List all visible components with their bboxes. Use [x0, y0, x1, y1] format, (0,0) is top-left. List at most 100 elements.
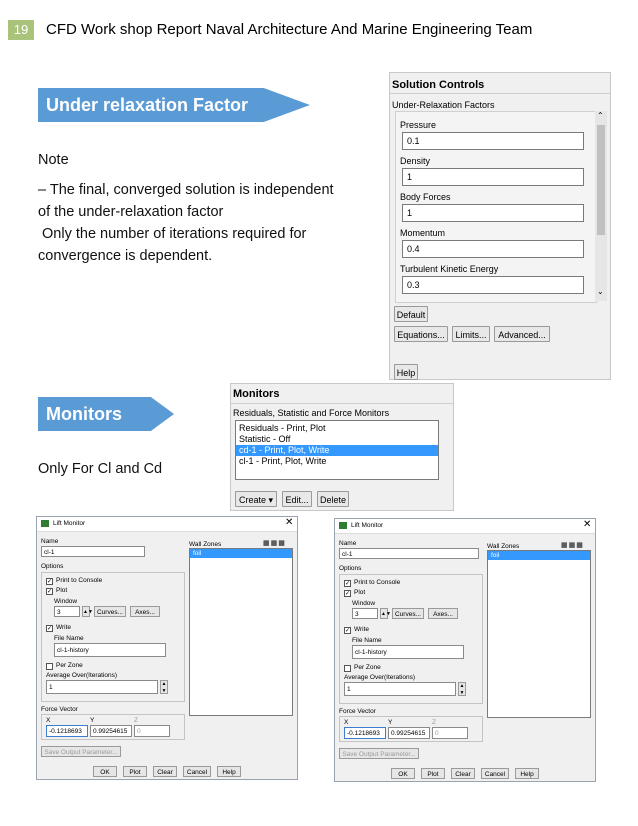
options-label: Options: [339, 565, 362, 572]
ok-button[interactable]: OK: [391, 768, 415, 779]
print-checkbox[interactable]: ✓: [46, 578, 53, 585]
app-icon: [339, 522, 347, 529]
axes-button[interactable]: Axes...: [130, 606, 160, 617]
zone-select-icons[interactable]: ▦▦▦: [561, 541, 584, 549]
z-label: Z: [134, 717, 138, 724]
lift-monitor-dialog-left: Lift Monitor ✕ Name cl-1 Options ✓ Print…: [36, 516, 298, 780]
options-group: ✓ Print to Console ✓ Plot Window 3 ▲▼ Cu…: [41, 572, 185, 702]
per-zone-checkbox[interactable]: [344, 665, 351, 672]
print-checkbox[interactable]: ✓: [344, 580, 351, 587]
per-zone-label: Per Zone: [56, 662, 83, 669]
ok-button[interactable]: OK: [93, 766, 117, 777]
window-label: Window: [352, 600, 376, 607]
scrollbar-thumb[interactable]: [597, 125, 605, 235]
z-label: Z: [432, 719, 436, 726]
default-button[interactable]: Default: [394, 306, 428, 322]
plot-checkbox[interactable]: ✓: [344, 590, 351, 597]
average-label: Average Over(Iterations): [344, 674, 416, 681]
scroll-up-icon[interactable]: ⌃: [597, 111, 604, 120]
per-zone-checkbox[interactable]: [46, 663, 53, 670]
dialog-title: Lift Monitor: [53, 520, 86, 527]
force-vector-label: Force Vector: [41, 706, 78, 713]
monitor-item-statistic[interactable]: Statistic - Off: [236, 434, 438, 445]
force-vector-label: Force Vector: [339, 708, 376, 715]
clear-button[interactable]: Clear: [451, 768, 475, 779]
pressure-input[interactable]: 0.1: [402, 132, 584, 150]
edit-button[interactable]: Edit...: [282, 491, 312, 507]
file-name-input[interactable]: cl-1-history: [54, 643, 166, 657]
solution-controls-title: Solution Controls: [392, 79, 485, 91]
density-input[interactable]: 1: [402, 168, 584, 186]
limits-button[interactable]: Limits...: [452, 326, 490, 342]
monitors-banner: Monitors: [38, 397, 174, 431]
file-name-label: File Name: [352, 637, 382, 644]
report-title: CFD Work shop Report Naval Architecture …: [46, 21, 533, 38]
help-button[interactable]: Help: [217, 766, 241, 777]
momentum-label: Momentum: [400, 228, 446, 238]
dialog-titlebar: Lift Monitor ✕: [37, 517, 297, 532]
options-group: ✓ Print to Console ✓ Plot Window 3 ▲▼ Cu…: [339, 574, 483, 704]
note-text: – The final, converged solution is indep…: [38, 179, 368, 267]
curves-button[interactable]: Curves...: [94, 606, 126, 617]
scroll-down-icon[interactable]: ⌄: [597, 287, 604, 296]
advanced-button[interactable]: Advanced...: [494, 326, 550, 342]
create-button[interactable]: Create ▾: [235, 491, 277, 507]
relaxation-scrollbar[interactable]: ⌃ ⌄: [595, 111, 607, 301]
equations-button[interactable]: Equations...: [394, 326, 448, 342]
cancel-button[interactable]: Cancel: [481, 768, 509, 779]
axes-button[interactable]: Axes...: [428, 608, 458, 619]
window-label: Window: [54, 598, 78, 605]
name-input[interactable]: cl-1: [41, 546, 145, 557]
app-icon: [41, 520, 49, 527]
monitor-item-residuals[interactable]: Residuals - Print, Plot: [236, 423, 438, 434]
help-button[interactable]: Help: [394, 364, 418, 380]
per-zone-label: Per Zone: [354, 664, 381, 671]
average-input[interactable]: 1: [344, 682, 456, 696]
plot-checkbox[interactable]: ✓: [46, 588, 53, 595]
delete-button[interactable]: Delete: [317, 491, 349, 507]
monitors-list: Residuals - Print, Plot Statistic - Off …: [235, 420, 439, 480]
momentum-input[interactable]: 0.4: [402, 240, 584, 258]
cancel-button[interactable]: Cancel: [183, 766, 211, 777]
file-name-input[interactable]: cl-1-history: [352, 645, 464, 659]
wall-zones-list: foil: [189, 548, 293, 716]
note-label: Note: [38, 152, 69, 168]
help-button[interactable]: Help: [515, 768, 539, 779]
average-input[interactable]: 1: [46, 680, 158, 694]
y-input[interactable]: 0.99254615: [388, 727, 430, 739]
note-line: – The final, converged solution is indep…: [38, 182, 334, 198]
average-spinner[interactable]: ▲ ▼: [458, 682, 466, 696]
window-spinner[interactable]: ▲▼: [82, 606, 93, 617]
monitor-item-cd[interactable]: cd-1 - Print, Plot, Write: [236, 445, 438, 456]
close-icon[interactable]: ✕: [583, 519, 591, 530]
lift-monitor-dialog-right: Lift Monitor ✕ Name cl-1 Options ✓ Print…: [334, 518, 596, 782]
tke-input[interactable]: 0.3: [402, 276, 584, 294]
body-forces-input[interactable]: 1: [402, 204, 584, 222]
write-checkbox[interactable]: ✓: [344, 627, 351, 634]
wall-zone-foil[interactable]: foil: [190, 549, 292, 558]
window-input[interactable]: 3: [54, 606, 80, 617]
monitor-item-cl[interactable]: cl-1 - Print, Plot, Write: [236, 456, 438, 467]
plot-button[interactable]: Plot: [123, 766, 147, 777]
density-label: Density: [400, 156, 431, 166]
window-spinner[interactable]: ▲▼: [380, 608, 391, 619]
plot-button[interactable]: Plot: [421, 768, 445, 779]
name-input[interactable]: cl-1: [339, 548, 479, 559]
window-input[interactable]: 3: [352, 608, 378, 619]
y-label: Y: [388, 719, 393, 726]
note-line: of the under-relaxation factor: [38, 204, 224, 220]
plot-label: Plot: [56, 587, 68, 594]
wall-zones-label: Wall Zones: [189, 541, 222, 548]
x-input[interactable]: -0.1218693: [46, 725, 88, 737]
close-icon[interactable]: ✕: [285, 517, 293, 528]
y-input[interactable]: 0.99254615: [90, 725, 132, 737]
write-checkbox[interactable]: ✓: [46, 625, 53, 632]
zone-select-icons[interactable]: ▦▦▦: [263, 539, 286, 547]
save-output-button: Save Output Parameter...: [339, 748, 419, 759]
x-input[interactable]: -0.1218693: [344, 727, 386, 739]
wall-zones-label: Wall Zones: [487, 543, 520, 550]
curves-button[interactable]: Curves...: [392, 608, 424, 619]
average-spinner[interactable]: ▲ ▼: [160, 680, 168, 694]
clear-button[interactable]: Clear: [153, 766, 177, 777]
wall-zone-foil[interactable]: foil: [488, 551, 590, 560]
